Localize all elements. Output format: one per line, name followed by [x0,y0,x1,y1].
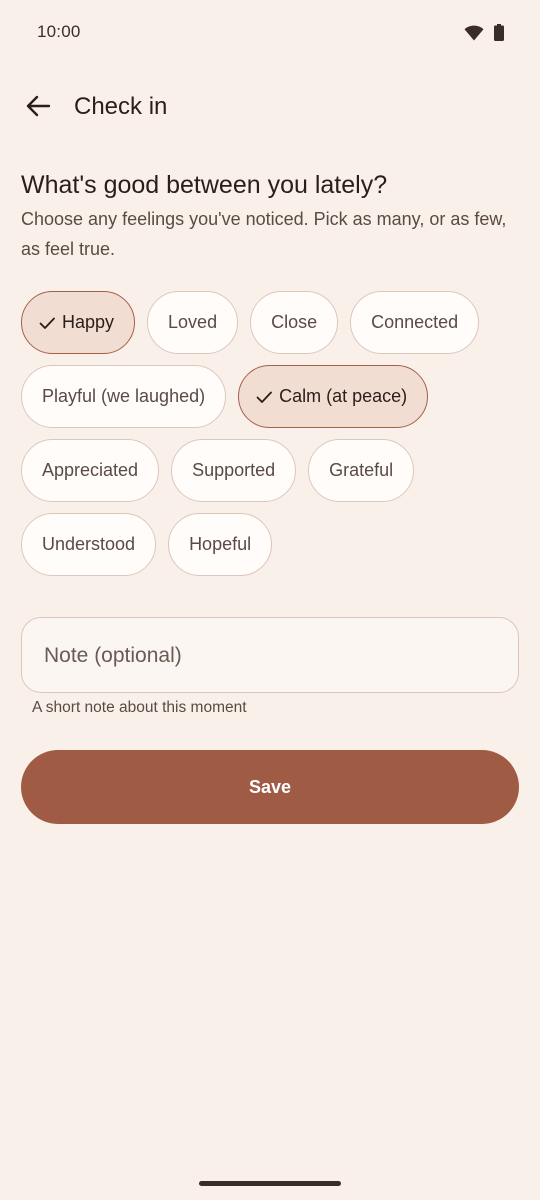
feeling-chip-understood[interactable]: Understood [21,513,157,576]
feeling-chip-label: Grateful [329,460,394,480]
question-heading: What's good between you lately? [21,171,388,199]
status-bar: 10:00 [0,0,540,66]
wifi-icon [464,25,484,46]
feeling-chip-loved[interactable]: Loved [147,291,239,354]
feeling-chip-connected[interactable]: Connected [350,291,480,354]
feeling-chip-playful-we-laughed[interactable]: Playful (we laughed) [21,365,227,428]
status-icons [464,24,504,46]
feeling-chip-appreciated[interactable]: Appreciated [21,439,160,502]
battery-icon [494,24,504,46]
feeling-chip-grateful[interactable]: Grateful [308,439,415,502]
feeling-chip-label: Happy [62,312,115,332]
feeling-chip-label: Connected [371,312,459,332]
feeling-chip-happy[interactable]: Happy [21,291,136,354]
feeling-chip-label: Close [271,312,318,332]
arrow-back-icon [25,94,51,123]
back-button[interactable] [14,84,62,132]
feeling-chip-calm-at-peace[interactable]: Calm (at peace) [238,365,429,428]
note-input[interactable] [42,618,496,693]
feeling-chip-close[interactable]: Close [250,291,339,354]
feeling-chip-label: Loved [168,312,218,332]
feeling-chip-label: Understood [42,534,136,554]
check-icon [255,388,273,406]
feeling-chip-label: Hopeful [189,534,252,554]
top-app-bar: Check in [0,76,540,140]
status-time: 10:00 [37,22,81,41]
note-supporting-text: A short note about this moment [32,699,247,716]
home-indicator [199,1181,341,1186]
feeling-chip-label: Appreciated [42,460,139,480]
feeling-chip-supported[interactable]: Supported [171,439,297,502]
note-field[interactable] [21,617,519,693]
feelings-chip-group: Happy Loved Close Connected Playful (we laug… [21,291,526,576]
feeling-chip-label: Playful (we laughed) [42,386,206,406]
feeling-chip-label: Calm (at peace) [279,386,408,406]
save-button[interactable]: Save [21,750,519,824]
page-title: Check in [74,93,168,120]
feeling-chip-label: Supported [192,460,276,480]
helper-text: Choose any feelings you've noticed. Pick… [21,209,507,259]
check-icon [38,314,56,332]
feeling-chip-hopeful[interactable]: Hopeful [168,513,273,576]
